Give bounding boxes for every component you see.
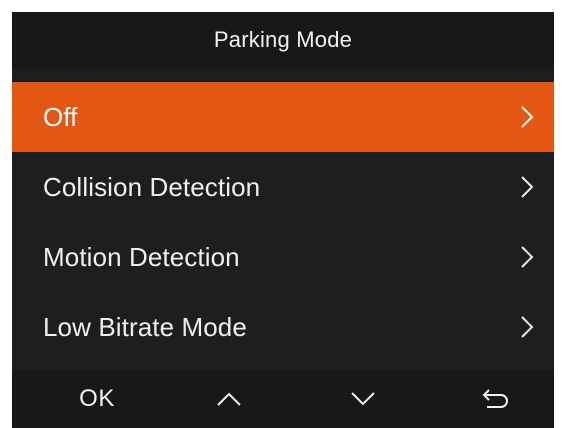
chevron-right-icon: [521, 176, 534, 198]
chevron-right-icon: [521, 316, 534, 338]
parking-mode-screen: Parking Mode Off Collision Detection Mot…: [12, 12, 554, 428]
back-button[interactable]: [468, 370, 524, 428]
menu-item-collision-detection[interactable]: Collision Detection: [12, 152, 554, 222]
ok-label: OK: [79, 385, 115, 412]
chevron-up-icon: [217, 392, 241, 406]
chevron-right-icon: [521, 246, 534, 268]
return-arrow-icon: [482, 389, 508, 408]
down-button[interactable]: [338, 370, 388, 428]
chevron-right-icon: [521, 106, 534, 128]
menu-item-label: Collision Detection: [43, 171, 261, 202]
ok-button[interactable]: OK: [67, 370, 127, 428]
header-bar: Parking Mode: [12, 12, 554, 68]
menu-item-off[interactable]: Off: [12, 82, 554, 152]
page-title: Parking Mode: [213, 27, 353, 52]
menu-item-label: Off: [43, 101, 78, 132]
menu-item-motion-detection[interactable]: Motion Detection: [12, 222, 554, 292]
menu-list: Off Collision Detection Motion Detection…: [12, 82, 554, 362]
chevron-down-icon: [351, 392, 375, 406]
up-button[interactable]: [204, 370, 254, 428]
menu-item-low-bitrate-mode[interactable]: Low Bitrate Mode: [12, 292, 554, 362]
menu-item-label: Motion Detection: [43, 241, 240, 272]
footer-bar: OK: [12, 370, 554, 428]
menu-item-label: Low Bitrate Mode: [43, 311, 247, 342]
